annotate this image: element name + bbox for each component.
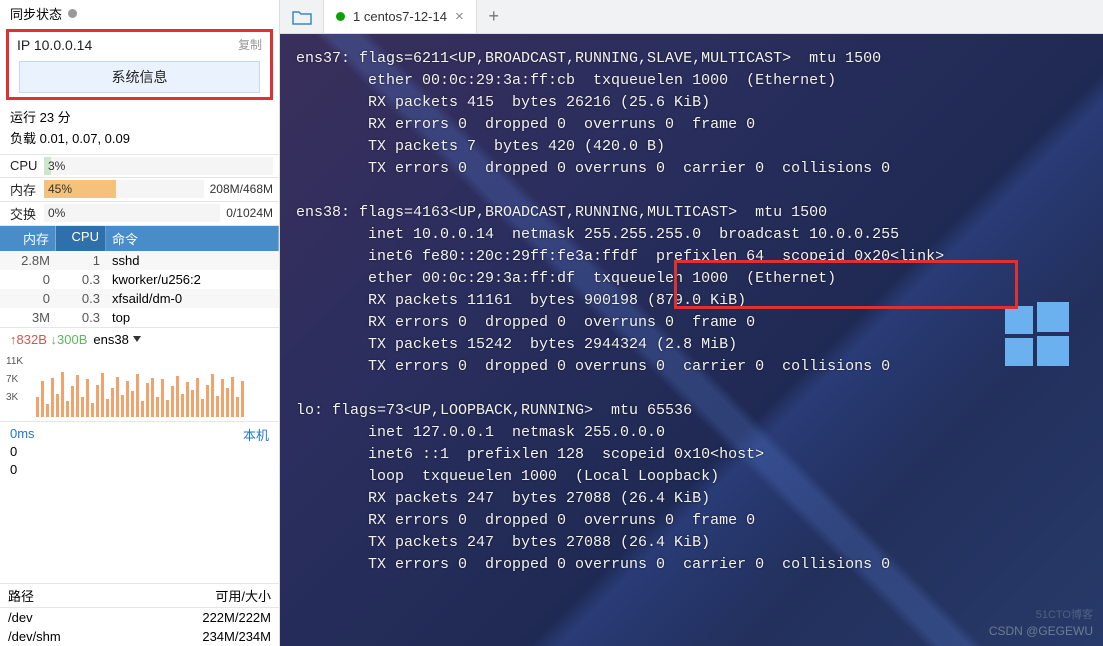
process-header: 内存 CPU 命令 [0,226,279,251]
swap-label: 交换 [10,204,44,223]
mem-percent: 45% [44,182,72,196]
load-text: 负载 0.01, 0.07, 0.09 [10,129,269,150]
status-dot-icon [336,12,345,21]
add-tab-button[interactable]: + [477,0,511,33]
ip-address: IP 10.0.0.14 [17,37,92,53]
network-row: ↑832B ↓300B ens38 [0,327,279,351]
sidebar: 同步状态 IP 10.0.0.14 复制 系统信息 运行 23 分 负载 0.0… [0,0,280,646]
cpu-label: CPU [10,158,44,173]
watermark-text: 51CTO博客 [1036,606,1093,622]
sync-status-row: 同步状态 [0,0,279,27]
tab-bar: 1 centos7-12-14 × + [280,0,1103,34]
uptime-text: 运行 23 分 [10,108,269,129]
table-row[interactable]: 2.8M1sshd [0,251,279,270]
cpu-row: CPU 3% [0,154,279,177]
latency-target[interactable]: 本机 [243,425,269,480]
net-download: ↓300B [51,332,88,347]
disk-list: /dev222M/222M/dev/shm234M/234M [0,608,279,646]
swap-percent: 0% [44,206,65,220]
network-sparkline: 11K 7K 3K [0,351,279,421]
tab-title: 1 centos7-12-14 [353,9,447,24]
latency-block: 0ms 0 0 本机 [0,421,279,483]
close-icon[interactable]: × [455,8,464,25]
swap-values: 0/1024M [226,206,273,220]
mem-row: 内存 45% 208M/468M [0,177,279,201]
watermark-text: CSDN @GEGEWU [989,624,1093,638]
terminal[interactable]: ens37: flags=6211<UP,BROADCAST,RUNNING,S… [280,34,1103,646]
folder-icon[interactable] [280,0,324,33]
terminal-output: ens37: flags=6211<UP,BROADCAST,RUNNING,S… [280,34,1103,646]
proc-header-cmd[interactable]: 命令 [106,226,279,251]
proc-header-mem[interactable]: 内存 [0,226,56,251]
sync-status-label: 同步状态 [10,4,62,23]
chevron-down-icon [133,336,141,342]
mem-label: 内存 [10,180,44,199]
main-area: 1 centos7-12-14 × + ens37: flags=6211<UP… [280,0,1103,646]
table-row[interactable]: 00.3kworker/u256:2 [0,270,279,289]
runtime-block: 运行 23 分 负载 0.01, 0.07, 0.09 [0,104,279,154]
proc-header-cpu[interactable]: CPU [56,226,106,251]
tab-active[interactable]: 1 centos7-12-14 × [324,0,477,33]
disk-header: 路径 可用/大小 [0,583,279,608]
copy-link[interactable]: 复制 [238,36,262,53]
table-row[interactable]: /dev222M/222M [0,608,279,627]
net-upload: ↑832B [10,332,47,347]
table-row[interactable]: 3M0.3top [0,308,279,327]
status-dot-icon [68,9,77,18]
disk-header-path[interactable]: 路径 [0,584,169,607]
system-info-button[interactable]: 系统信息 [19,61,259,93]
latency-ms: 0ms [10,425,35,443]
process-list: 2.8M1sshd00.3kworker/u256:200.3xfsaild/d… [0,251,279,327]
disk-header-size[interactable]: 可用/大小 [169,584,279,607]
swap-row: 交换 0% 0/1024M [0,201,279,226]
ip-info-box: IP 10.0.0.14 复制 系统信息 [6,29,273,100]
mem-values: 208M/468M [210,182,273,196]
cpu-percent: 3% [44,159,65,173]
table-row[interactable]: 00.3xfsaild/dm-0 [0,289,279,308]
table-row[interactable]: /dev/shm234M/234M [0,627,279,646]
net-interface-selector[interactable]: ens38 [93,332,140,347]
